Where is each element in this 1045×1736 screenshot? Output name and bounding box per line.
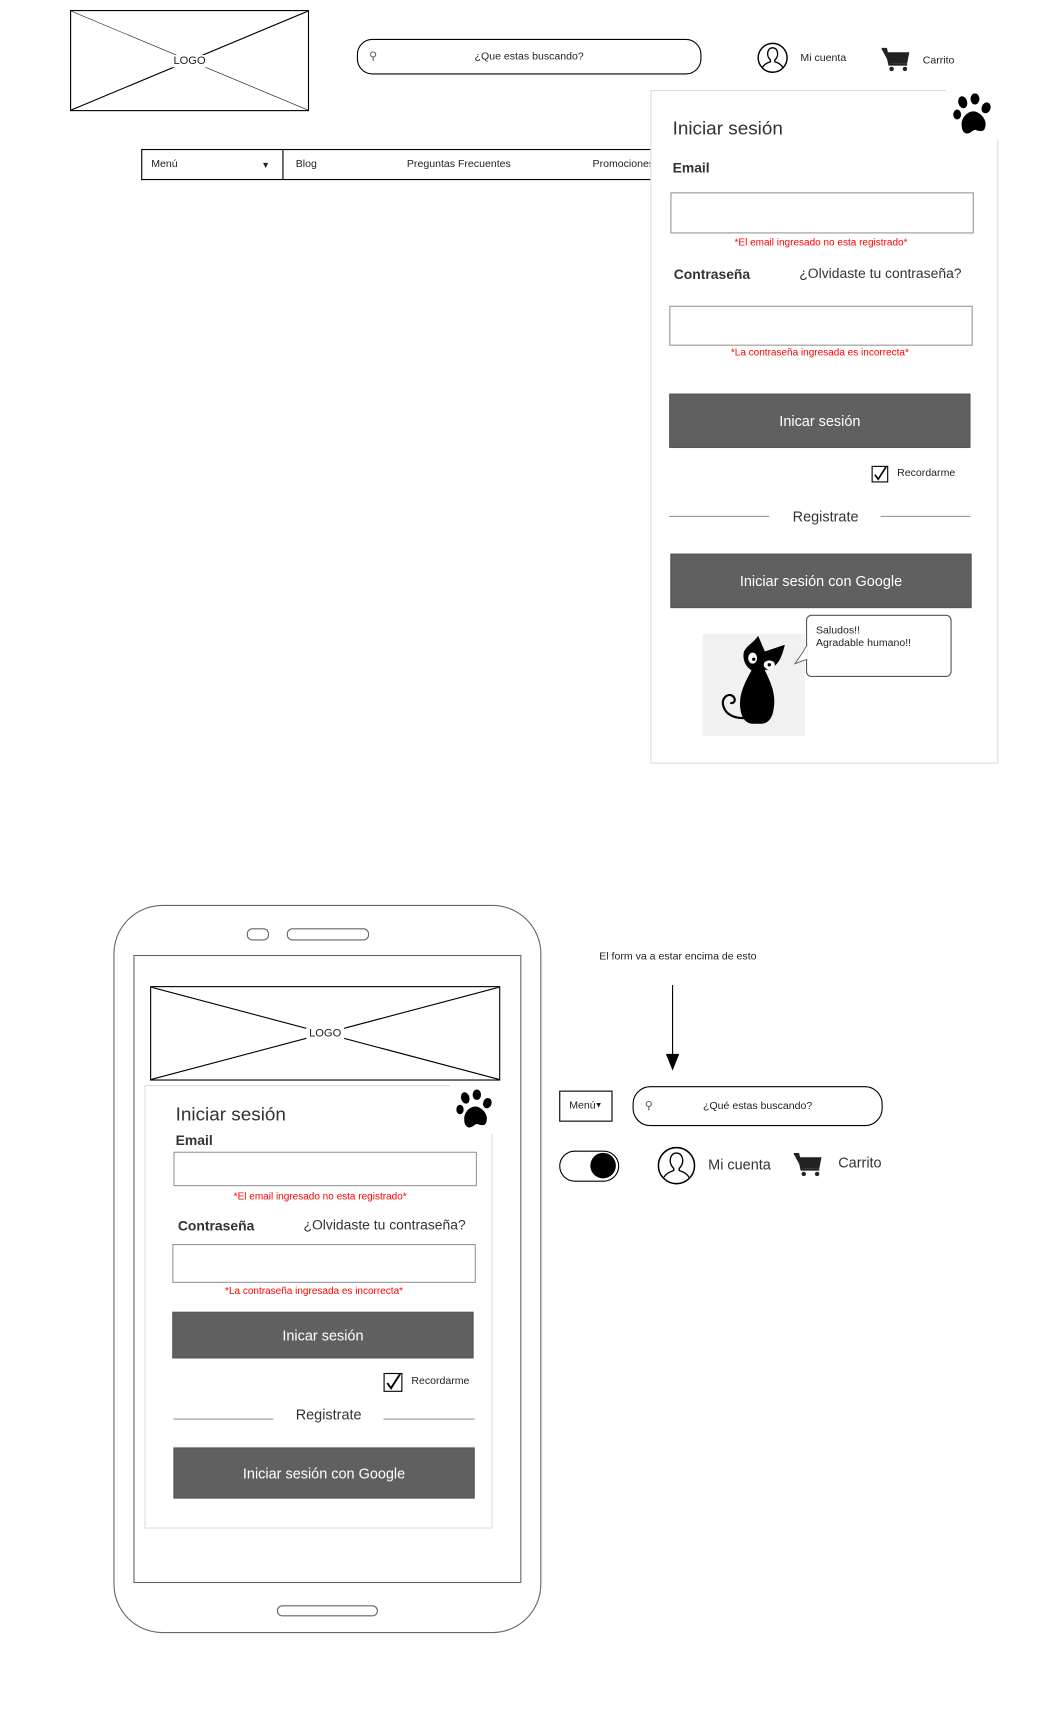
chevron-down-icon[interactable]: ▼	[261, 160, 270, 170]
main-nav: Menú ▼ Blog Preguntas Frecuentes Promoci…	[141, 148, 654, 181]
mobile-forgot-password-link[interactable]: ¿Olvidaste tu contraseña?	[303, 1217, 465, 1233]
register-link[interactable]: Registrate	[793, 508, 859, 525]
password-error: *La contraseña ingresada es incorrecta*	[730, 346, 909, 358]
mobile-login-title: Iniciar sesión	[175, 1103, 286, 1126]
nav-menu-dropdown[interactable]: Menú	[151, 158, 177, 170]
mobile-register-link[interactable]: Registrate	[296, 1406, 362, 1423]
mobile-cart-link[interactable]: Carrito	[838, 1154, 881, 1171]
mobile-search-placeholder: ¿Qué estas buscando?	[703, 1100, 813, 1113]
toggle-switch[interactable]	[559, 1150, 620, 1182]
checkmark-icon	[386, 1373, 401, 1390]
email-label: Email	[672, 160, 710, 176]
divider-left	[669, 515, 770, 517]
mobile-email-label: Email	[175, 1132, 213, 1149]
login-title: Iniciar sesión	[672, 117, 783, 139]
arrow-down-icon	[665, 984, 680, 1071]
mobile-divider-left	[173, 1418, 274, 1420]
mobile-menu-label: Menú	[569, 1099, 596, 1112]
logo-placeholder[interactable]: LOGO	[70, 10, 310, 112]
password-label: Contraseña	[673, 266, 751, 283]
mobile-password-input[interactable]	[172, 1243, 476, 1283]
mobile-remember-label: Recordarme	[411, 1375, 470, 1388]
checkmark-icon	[874, 466, 887, 481]
cat-mascot-image	[702, 633, 805, 736]
mobile-login-button[interactable]: Inicar sesión	[172, 1311, 474, 1359]
mobile-menu-dropdown[interactable]: Menú ▼	[559, 1090, 613, 1122]
speech-bubble: Saludos!! Agradable humano!!	[805, 614, 952, 678]
nav-item-promociones[interactable]: Promociones	[593, 158, 655, 170]
account-link[interactable]: Mi cuenta	[800, 52, 846, 64]
mobile-user-icon[interactable]	[657, 1146, 696, 1185]
phone-home-button[interactable]	[276, 1605, 378, 1617]
remember-checkbox[interactable]	[871, 465, 889, 483]
speech-bubble-tail	[793, 644, 808, 665]
user-icon[interactable]	[757, 42, 788, 73]
mobile-google-login-button[interactable]: Iniciar sesión con Google	[173, 1447, 475, 1499]
mobile-search-input[interactable]: ⚲ ¿Qué estas buscando?	[632, 1086, 883, 1127]
email-error: *El email ingresado no esta registrado*	[734, 236, 908, 248]
nav-item-faq[interactable]: Preguntas Frecuentes	[407, 158, 511, 170]
mobile-password-error: *La contraseña ingresada es incorrecta*	[225, 1285, 404, 1297]
mobile-account-link[interactable]: Mi cuenta	[708, 1156, 771, 1173]
cart-icon[interactable]	[881, 47, 911, 72]
search-placeholder: ¿Que estas buscando?	[474, 50, 584, 63]
password-input[interactable]	[669, 305, 973, 346]
phone-camera	[246, 928, 270, 941]
nav-item-blog[interactable]: Blog	[296, 158, 317, 170]
annotation-note: El form va a estar encima de esto	[599, 950, 757, 963]
mobile-email-error: *El email ingresado no esta registrado*	[233, 1190, 407, 1202]
chevron-down-icon: ▼	[594, 1101, 603, 1110]
mobile-paw-icon	[456, 1089, 492, 1128]
search-input[interactable]: ⚲ ¿Que estas buscando?	[356, 38, 702, 75]
mobile-logo-label: LOGO	[305, 1027, 345, 1040]
cart-link[interactable]: Carrito	[923, 54, 955, 66]
nav-divider	[282, 150, 284, 179]
remember-label: Recordarme	[897, 466, 956, 480]
login-button[interactable]: Inicar sesión	[669, 393, 971, 449]
menu-label: Menú	[151, 157, 178, 171]
mobile-email-input[interactable]	[173, 1151, 477, 1187]
mobile-remember-checkbox[interactable]	[383, 1372, 403, 1392]
mobile-logo-placeholder[interactable]: LOGO	[150, 986, 501, 1081]
mobile-cart-icon[interactable]	[793, 1152, 823, 1177]
google-login-button[interactable]: Iniciar sesión con Google	[670, 553, 972, 609]
divider-right	[880, 515, 971, 517]
forgot-password-link[interactable]: ¿Olvidaste tu contraseña?	[799, 266, 961, 282]
speech-line-2: Agradable humano!!	[815, 637, 912, 650]
mobile-divider-right	[383, 1418, 475, 1420]
speech-line-1: Saludos!!	[815, 624, 861, 638]
logo-label: LOGO	[170, 54, 209, 67]
email-input[interactable]	[670, 192, 974, 234]
paw-icon	[953, 93, 991, 134]
toggle-knob	[590, 1152, 616, 1179]
wireframe-canvas: LOGO ⚲ ¿Que estas buscando? Mi cuenta Ca…	[0, 0, 1045, 1736]
phone-speaker	[286, 928, 370, 941]
mobile-password-label: Contraseña	[177, 1218, 255, 1234]
